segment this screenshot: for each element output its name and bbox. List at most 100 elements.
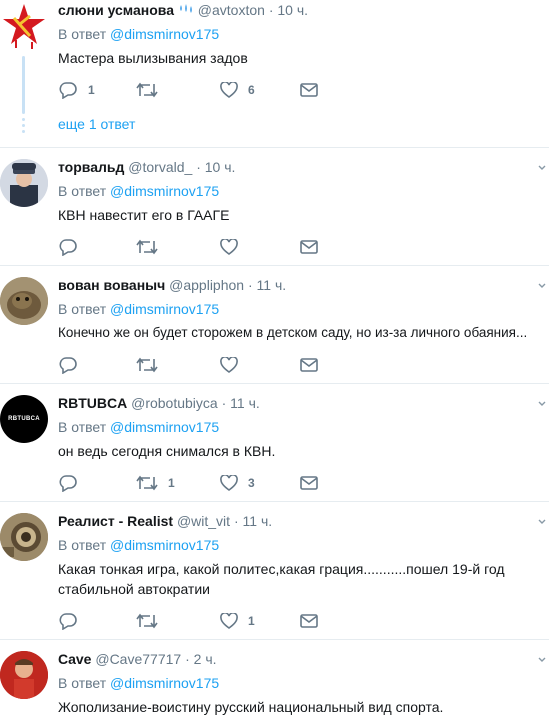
tweet-text: Конечно же он будет сторожем в детском с… — [58, 325, 528, 340]
retweet-button[interactable] — [136, 611, 168, 631]
tweet-4[interactable]: RBTUBCA RBTUBCA @robotubiyca · 11 ч. В о… — [0, 384, 549, 502]
avatar[interactable] — [0, 651, 48, 699]
reply-prefix: В ответ — [58, 537, 107, 553]
heart-icon — [220, 475, 238, 491]
dm-button[interactable] — [300, 611, 318, 631]
show-more-replies-link[interactable]: еще 1 ответ — [58, 116, 135, 132]
separator-dot: · — [185, 651, 190, 667]
reply-button[interactable] — [58, 611, 88, 631]
retweet-count: 1 — [168, 476, 175, 490]
avatar[interactable] — [0, 159, 48, 207]
like-count: 3 — [248, 476, 255, 490]
dm-button[interactable] — [300, 80, 318, 100]
display-name[interactable]: Реалист - Realist — [58, 513, 173, 529]
chevron-down-icon[interactable] — [537, 514, 547, 524]
avatar-logo-text: RBTUBCA — [8, 416, 40, 422]
tweet-text: Жополизание-воистину русский национальны… — [58, 699, 444, 715]
tweet-3[interactable]: вован вованыч @appliphon · 11 ч. В ответ… — [0, 266, 549, 384]
retweet-icon — [136, 613, 158, 629]
retweet-button[interactable]: 1 — [136, 473, 175, 493]
separator-dot: · — [247, 277, 253, 293]
heart-icon — [220, 357, 238, 373]
retweet-icon — [136, 239, 158, 255]
handle[interactable]: @robotubiyca — [131, 395, 218, 411]
display-name[interactable]: слюни усманова — [58, 2, 174, 18]
retweet-button[interactable] — [136, 355, 168, 375]
tweet-6[interactable]: Cave @Cave77717 · 2 ч. В ответ @dimsmirn… — [0, 640, 549, 721]
reply-to-link[interactable]: @dimsmirnov175 — [110, 419, 219, 435]
retweet-icon — [136, 357, 158, 373]
handle[interactable]: @avtoxton — [198, 2, 265, 18]
like-button[interactable] — [220, 237, 248, 257]
retweet-button[interactable] — [136, 237, 168, 257]
timestamp[interactable]: 11 ч. — [243, 513, 273, 529]
display-name[interactable]: вован вованыч — [58, 277, 165, 293]
timestamp[interactable]: 11 ч. — [230, 395, 260, 411]
chevron-down-icon[interactable] — [537, 278, 547, 288]
reply-context: В ответ @dimsmirnov175 — [58, 537, 219, 553]
chevron-down-icon[interactable] — [537, 160, 547, 170]
chevron-down-icon[interactable] — [537, 652, 547, 662]
avatar[interactable] — [0, 2, 48, 50]
reply-to-link[interactable]: @dimsmirnov175 — [110, 537, 219, 553]
avatar[interactable] — [0, 513, 48, 561]
tweet-text: Мастера вылизывания задов — [58, 50, 248, 66]
reply-button[interactable] — [58, 237, 88, 257]
reply-context: В ответ @dimsmirnov175 — [58, 675, 219, 691]
reply-icon — [59, 475, 77, 492]
like-button[interactable]: 6 — [220, 80, 255, 100]
handle[interactable]: @torvald_ — [128, 159, 192, 175]
dm-button[interactable] — [300, 473, 318, 493]
retweet-icon — [136, 475, 158, 491]
reply-context: В ответ @dimsmirnov175 — [58, 183, 219, 199]
handle[interactable]: @wit_vit — [177, 513, 230, 529]
tweet-2[interactable]: торвальд @torvald_ · 10 ч. В ответ @dims… — [0, 148, 549, 266]
envelope-icon — [300, 476, 318, 490]
dm-button[interactable] — [300, 237, 318, 257]
like-button[interactable]: 3 — [220, 473, 255, 493]
reply-prefix: В ответ — [58, 301, 107, 317]
display-name[interactable]: Cave — [58, 651, 91, 667]
timestamp[interactable]: 10 ч. — [205, 159, 236, 175]
like-button[interactable] — [220, 355, 248, 375]
reply-to-link[interactable]: @dimsmirnov175 — [110, 183, 219, 199]
display-name[interactable]: торвальд — [58, 159, 124, 175]
reply-button[interactable] — [58, 473, 88, 493]
reply-icon — [59, 357, 77, 374]
reply-to-link[interactable]: @dimsmirnov175 — [110, 26, 219, 42]
like-count: 6 — [248, 83, 255, 97]
handle[interactable]: @appliphon — [169, 277, 244, 293]
heart-icon — [220, 239, 238, 255]
separator-dot: · — [221, 395, 227, 411]
reply-context: В ответ @dimsmirnov175 — [58, 26, 219, 42]
chevron-down-icon[interactable] — [537, 396, 547, 406]
tweet-actions — [58, 237, 338, 257]
separator-dot: · — [233, 513, 239, 529]
reply-button[interactable] — [58, 355, 88, 375]
timestamp[interactable]: 10 ч. — [277, 2, 308, 18]
timestamp[interactable]: 2 ч. — [194, 651, 217, 667]
tweet-1[interactable]: слюни усманова @avtoxton · 10 ч. В ответ… — [0, 0, 549, 148]
avatar[interactable]: RBTUBCA — [0, 395, 48, 443]
tweet-5[interactable]: Реалист - Realist @wit_vit · 11 ч. В отв… — [0, 502, 549, 640]
display-name[interactable]: RBTUBCA — [58, 395, 127, 411]
reply-prefix: В ответ — [58, 26, 107, 42]
like-button[interactable]: 1 — [220, 611, 255, 631]
tweet-actions: 1 3 — [58, 473, 338, 493]
tweet-actions — [58, 355, 338, 375]
reply-context: В ответ @dimsmirnov175 — [58, 419, 219, 435]
retweet-button[interactable] — [136, 80, 168, 100]
handle[interactable]: @Cave77717 — [95, 651, 181, 667]
dm-button[interactable] — [300, 355, 318, 375]
reply-to-link[interactable]: @dimsmirnov175 — [110, 675, 219, 691]
reply-to-link[interactable]: @dimsmirnov175 — [110, 301, 219, 317]
tweet-actions: 1 — [58, 611, 338, 631]
timestamp[interactable]: 11 ч. — [257, 277, 287, 293]
thread-line — [22, 56, 25, 114]
envelope-icon — [300, 83, 318, 97]
envelope-icon — [300, 614, 318, 628]
envelope-icon — [300, 358, 318, 372]
reply-button[interactable]: 1 — [58, 80, 95, 100]
avatar[interactable] — [0, 277, 48, 325]
thread-dot — [22, 118, 25, 121]
